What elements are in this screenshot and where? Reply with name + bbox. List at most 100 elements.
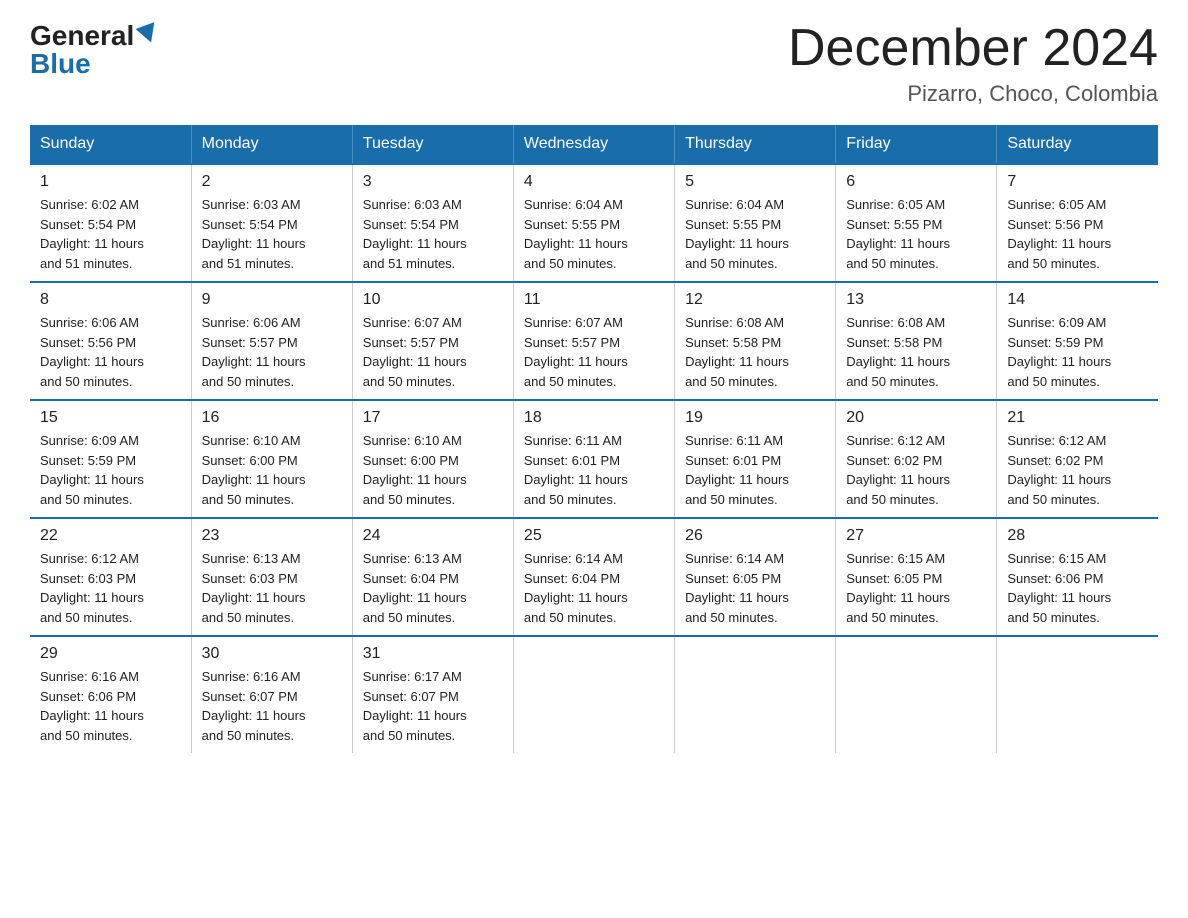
day-info: Sunrise: 6:13 AMSunset: 6:03 PMDaylight:… [202,549,342,627]
day-info: Sunrise: 6:12 AMSunset: 6:02 PMDaylight:… [1007,431,1148,509]
day-number: 6 [846,173,986,191]
day-info: Sunrise: 6:10 AMSunset: 6:00 PMDaylight:… [202,431,342,509]
calendar-cell: 1 Sunrise: 6:02 AMSunset: 5:54 PMDaylight… [30,164,191,282]
calendar-cell: 28 Sunrise: 6:15 AMSunset: 6:06 PMDayligh… [997,518,1158,636]
day-info: Sunrise: 6:07 AMSunset: 5:57 PMDaylight:… [524,313,664,391]
calendar-cell: 29Sunrise: 6:16 AMSunset: 6:06 PMDayligh… [30,636,191,753]
day-number: 11 [524,291,664,309]
day-number: 22 [40,527,181,545]
calendar-cell: 4 Sunrise: 6:04 AMSunset: 5:55 PMDaylight… [513,164,674,282]
day-info: Sunrise: 6:05 AMSunset: 5:55 PMDaylight:… [846,195,986,273]
calendar-header-row: SundayMondayTuesdayWednesdayThursdayFrid… [30,125,1158,164]
page-header: General Blue December 2024 Pizarro, Choc… [30,20,1158,107]
header-friday: Friday [836,125,997,164]
day-info: Sunrise: 6:12 AMSunset: 6:02 PMDaylight:… [846,431,986,509]
day-number: 15 [40,409,181,427]
calendar-cell: 16 Sunrise: 6:10 AMSunset: 6:00 PMDayligh… [191,400,352,518]
day-info: Sunrise: 6:08 AMSunset: 5:58 PMDaylight:… [846,313,986,391]
calendar-cell: 15Sunrise: 6:09 AMSunset: 5:59 PMDayligh… [30,400,191,518]
calendar-week-row: 29Sunrise: 6:16 AMSunset: 6:06 PMDayligh… [30,636,1158,753]
day-info: Sunrise: 6:07 AMSunset: 5:57 PMDaylight:… [363,313,503,391]
day-info: Sunrise: 6:09 AMSunset: 5:59 PMDaylight:… [1007,313,1148,391]
calendar-cell: 21Sunrise: 6:12 AMSunset: 6:02 PMDayligh… [997,400,1158,518]
calendar-week-row: 15Sunrise: 6:09 AMSunset: 5:59 PMDayligh… [30,400,1158,518]
calendar-cell: 19 Sunrise: 6:11 AMSunset: 6:01 PMDayligh… [675,400,836,518]
calendar-cell: 25Sunrise: 6:14 AMSunset: 6:04 PMDayligh… [513,518,674,636]
day-info: Sunrise: 6:14 AMSunset: 6:05 PMDaylight:… [685,549,825,627]
page-subtitle: Pizarro, Choco, Colombia [788,81,1158,107]
day-info: Sunrise: 6:02 AMSunset: 5:54 PMDaylight:… [40,195,181,273]
page-title: December 2024 [788,20,1158,77]
calendar-cell: 31 Sunrise: 6:17 AMSunset: 6:07 PMDayligh… [352,636,513,753]
day-number: 9 [202,291,342,309]
day-number: 5 [685,173,825,191]
day-number: 16 [202,409,342,427]
calendar-cell: 26 Sunrise: 6:14 AMSunset: 6:05 PMDayligh… [675,518,836,636]
day-info: Sunrise: 6:04 AMSunset: 5:55 PMDaylight:… [685,195,825,273]
header-sunday: Sunday [30,125,191,164]
calendar-cell: 14 Sunrise: 6:09 AMSunset: 5:59 PMDayligh… [997,282,1158,400]
calendar-cell: 2Sunrise: 6:03 AMSunset: 5:54 PMDaylight… [191,164,352,282]
calendar-cell: 10Sunrise: 6:07 AMSunset: 5:57 PMDayligh… [352,282,513,400]
day-number: 23 [202,527,342,545]
calendar-cell [836,636,997,753]
day-info: Sunrise: 6:16 AMSunset: 6:06 PMDaylight:… [40,667,181,745]
calendar-week-row: 1 Sunrise: 6:02 AMSunset: 5:54 PMDaylight… [30,164,1158,282]
header-monday: Monday [191,125,352,164]
logo: General Blue [30,20,158,80]
title-section: December 2024 Pizarro, Choco, Colombia [788,20,1158,107]
calendar-cell [997,636,1158,753]
day-number: 30 [202,645,342,663]
day-number: 19 [685,409,825,427]
calendar-cell: 30 Sunrise: 6:16 AMSunset: 6:07 PMDayligh… [191,636,352,753]
calendar-week-row: 22 Sunrise: 6:12 AMSunset: 6:03 PMDayligh… [30,518,1158,636]
logo-arrow-icon [136,22,161,46]
header-wednesday: Wednesday [513,125,674,164]
calendar-cell: 7Sunrise: 6:05 AMSunset: 5:56 PMDaylight… [997,164,1158,282]
day-info: Sunrise: 6:17 AMSunset: 6:07 PMDaylight:… [363,667,503,745]
day-info: Sunrise: 6:11 AMSunset: 6:01 PMDaylight:… [685,431,825,509]
day-number: 24 [363,527,503,545]
day-info: Sunrise: 6:03 AMSunset: 5:54 PMDaylight:… [363,195,503,273]
calendar-cell: 18Sunrise: 6:11 AMSunset: 6:01 PMDayligh… [513,400,674,518]
day-info: Sunrise: 6:12 AMSunset: 6:03 PMDaylight:… [40,549,181,627]
logo-blue-text: Blue [30,48,91,80]
day-number: 8 [40,291,181,309]
day-info: Sunrise: 6:13 AMSunset: 6:04 PMDaylight:… [363,549,503,627]
calendar-cell: 11 Sunrise: 6:07 AMSunset: 5:57 PMDayligh… [513,282,674,400]
day-info: Sunrise: 6:15 AMSunset: 6:06 PMDaylight:… [1007,549,1148,627]
calendar-cell: 3 Sunrise: 6:03 AMSunset: 5:54 PMDaylight… [352,164,513,282]
header-thursday: Thursday [675,125,836,164]
calendar-cell: 5 Sunrise: 6:04 AMSunset: 5:55 PMDaylight… [675,164,836,282]
calendar-week-row: 8 Sunrise: 6:06 AMSunset: 5:56 PMDaylight… [30,282,1158,400]
calendar-cell: 13 Sunrise: 6:08 AMSunset: 5:58 PMDayligh… [836,282,997,400]
day-info: Sunrise: 6:10 AMSunset: 6:00 PMDaylight:… [363,431,503,509]
day-number: 4 [524,173,664,191]
day-number: 14 [1007,291,1148,309]
day-number: 27 [846,527,986,545]
calendar-cell: 9 Sunrise: 6:06 AMSunset: 5:57 PMDaylight… [191,282,352,400]
day-info: Sunrise: 6:06 AMSunset: 5:57 PMDaylight:… [202,313,342,391]
day-info: Sunrise: 6:04 AMSunset: 5:55 PMDaylight:… [524,195,664,273]
day-number: 28 [1007,527,1148,545]
calendar-cell [513,636,674,753]
header-saturday: Saturday [997,125,1158,164]
header-tuesday: Tuesday [352,125,513,164]
day-number: 31 [363,645,503,663]
day-number: 20 [846,409,986,427]
day-number: 3 [363,173,503,191]
day-info: Sunrise: 6:15 AMSunset: 6:05 PMDaylight:… [846,549,986,627]
day-info: Sunrise: 6:06 AMSunset: 5:56 PMDaylight:… [40,313,181,391]
day-number: 18 [524,409,664,427]
calendar-cell: 24 Sunrise: 6:13 AMSunset: 6:04 PMDayligh… [352,518,513,636]
day-number: 26 [685,527,825,545]
day-number: 25 [524,527,664,545]
calendar-cell: 12Sunrise: 6:08 AMSunset: 5:58 PMDayligh… [675,282,836,400]
day-info: Sunrise: 6:16 AMSunset: 6:07 PMDaylight:… [202,667,342,745]
calendar-cell: 17Sunrise: 6:10 AMSunset: 6:00 PMDayligh… [352,400,513,518]
calendar-cell: 27 Sunrise: 6:15 AMSunset: 6:05 PMDayligh… [836,518,997,636]
day-number: 13 [846,291,986,309]
day-number: 1 [40,173,181,191]
day-number: 12 [685,291,825,309]
calendar-cell: 20 Sunrise: 6:12 AMSunset: 6:02 PMDayligh… [836,400,997,518]
